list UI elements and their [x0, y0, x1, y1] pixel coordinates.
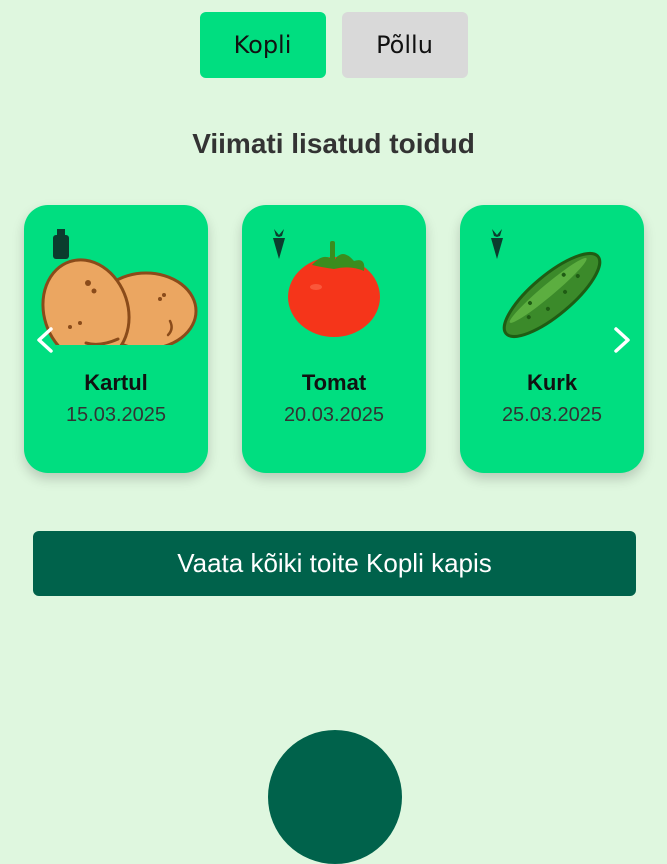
food-name: Kurk	[526, 370, 578, 395]
view-all-button[interactable]: Vaata kõiki toite Kopli kapis	[33, 531, 636, 596]
food-name: Tomat	[301, 370, 367, 395]
food-card[interactable]: Tomat 20.03.2025	[242, 205, 426, 473]
food-carousel: Kartul 15.03.2025 Tomat 20.03.2025 Kurk …	[24, 205, 644, 473]
carrot-icon	[491, 229, 503, 259]
round-action-button[interactable]	[268, 730, 402, 864]
chevron-left-icon[interactable]	[31, 325, 61, 355]
food-name: Kartul	[84, 370, 148, 395]
tab-kopli[interactable]: Kopli	[199, 12, 326, 78]
section-heading: Viimati lisatud toidud	[192, 128, 475, 159]
chevron-right-icon[interactable]	[606, 325, 636, 355]
food-date: 20.03.2025	[283, 404, 385, 426]
location-tabs: Kopli Põllu	[0, 12, 667, 78]
food-date: 25.03.2025	[501, 404, 603, 426]
carrot-icon	[273, 229, 285, 259]
tab-pollu[interactable]: Põllu	[341, 12, 468, 78]
food-date: 15.03.2025	[65, 404, 167, 426]
bottle-icon	[53, 229, 69, 259]
